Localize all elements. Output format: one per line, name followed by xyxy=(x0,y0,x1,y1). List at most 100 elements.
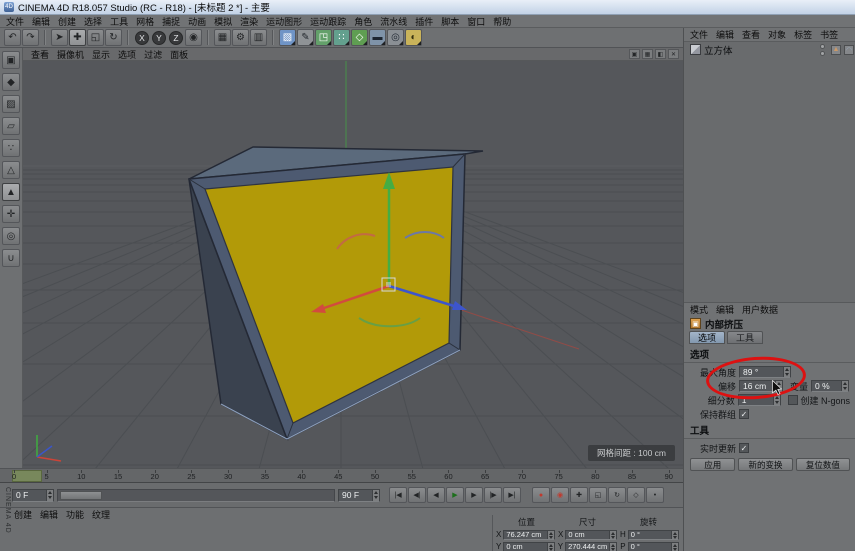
position-x-value[interactable]: 76.247 cm xyxy=(504,531,547,539)
menu-item[interactable]: 运动图形 xyxy=(262,15,306,28)
ngons-checkbox[interactable] xyxy=(788,395,798,405)
variance-spinner[interactable] xyxy=(841,381,848,391)
live-selection-icon[interactable]: ➤ xyxy=(51,29,68,46)
offset-spinner[interactable] xyxy=(775,381,782,391)
position-y-value[interactable]: 0 cm xyxy=(504,543,546,551)
timeline-tick[interactable]: 90 xyxy=(665,469,673,482)
autokey-button[interactable]: ◉ xyxy=(551,487,569,503)
timeline-tick[interactable]: 25 xyxy=(187,469,195,482)
x-axis-lock-button[interactable]: X xyxy=(135,31,149,45)
timeline-tick[interactable]: 85 xyxy=(628,469,636,482)
menu-item[interactable]: 网格 xyxy=(132,15,158,28)
variance-value[interactable]: 0 % xyxy=(812,381,841,391)
rotation-p-spinner[interactable] xyxy=(671,543,678,551)
viewport-close-icon[interactable]: ✕ xyxy=(668,49,679,59)
attribute-menu-item[interactable]: 用户数据 xyxy=(738,303,782,316)
record-rotation-button[interactable]: ↻ xyxy=(608,487,626,503)
options-group-header[interactable]: 选项 xyxy=(684,345,855,363)
viewport-menu-item[interactable]: 显示 xyxy=(88,48,114,61)
reset-values-button[interactable]: 复位数值 xyxy=(796,458,850,471)
timeline-tick[interactable]: 50 xyxy=(371,469,379,482)
coordinate-system-icon[interactable]: ◉ xyxy=(185,29,202,46)
size-y-value[interactable]: 270.444 cm xyxy=(566,543,609,551)
render-settings-icon[interactable]: ⚙ xyxy=(232,29,249,46)
timeline-scrollbar[interactable] xyxy=(57,489,335,502)
menu-item[interactable]: 创建 xyxy=(54,15,80,28)
snap-toggle-icon[interactable]: ∪ xyxy=(2,249,20,267)
object-manager-menu-item[interactable]: 对象 xyxy=(764,28,790,41)
material-menu-item[interactable]: 功能 xyxy=(62,508,88,521)
array-generator-icon[interactable]: ∷ xyxy=(333,29,350,46)
position-x-spinner[interactable] xyxy=(547,531,554,539)
floor-environment-icon[interactable]: ▬ xyxy=(369,29,386,46)
visibility-dots[interactable] xyxy=(820,44,825,56)
texture-mode-icon[interactable]: ▨ xyxy=(2,95,20,113)
menu-item[interactable]: 编辑 xyxy=(28,15,54,28)
max-angle-value[interactable]: 89 ° xyxy=(740,367,783,377)
redo-icon[interactable]: ↷ xyxy=(22,29,39,46)
timeline-ruler[interactable]: 051015202530354045505560657075808590 xyxy=(0,468,683,483)
polygon-selection-tag-icon[interactable]: ▲ xyxy=(831,45,841,55)
timeline-tick[interactable]: 5 xyxy=(45,469,49,482)
apply-button[interactable]: 应用 xyxy=(690,458,735,471)
record-pla-button[interactable]: • xyxy=(646,487,664,503)
timeline-tick[interactable]: 55 xyxy=(408,469,416,482)
render-visibility-dot[interactable] xyxy=(820,51,825,56)
phong-tag-icon[interactable]: ◠ xyxy=(844,45,854,55)
interactive-render-icon[interactable]: ▥ xyxy=(250,29,267,46)
object-row[interactable]: 立方体 ▲ ◠ xyxy=(684,42,855,56)
timeline-tick[interactable]: 10 xyxy=(77,469,85,482)
viewport-solo-icon[interactable]: ◎ xyxy=(2,227,20,245)
tab-options[interactable]: 选项 xyxy=(689,331,725,344)
render-view-icon[interactable]: ▦ xyxy=(214,29,231,46)
tools-group-header[interactable]: 工具 xyxy=(684,421,855,439)
menu-item[interactable]: 选择 xyxy=(80,15,106,28)
timeline-scrollbar-handle[interactable] xyxy=(60,491,102,500)
start-frame-field[interactable]: 0 F xyxy=(12,489,54,502)
size-x-field[interactable]: 0 cm xyxy=(565,530,617,540)
timeline-tick[interactable]: 45 xyxy=(334,469,342,482)
viewport-maximize-icon[interactable]: ▣ xyxy=(629,49,640,59)
menu-item[interactable]: 工具 xyxy=(106,15,132,28)
y-axis-lock-button[interactable]: Y xyxy=(152,31,166,45)
position-y-field[interactable]: 0 cm xyxy=(503,542,554,551)
preserve-groups-checkbox[interactable] xyxy=(739,409,749,419)
workplane-mode-icon[interactable]: ▱ xyxy=(2,117,20,135)
record-parameter-button[interactable]: ◇ xyxy=(627,487,645,503)
menu-item[interactable]: 帮助 xyxy=(489,15,515,28)
scale-tool-icon[interactable]: ◱ xyxy=(87,29,104,46)
move-tool-icon[interactable]: ✚ xyxy=(69,29,86,46)
enable-axis-icon[interactable]: ✛ xyxy=(2,205,20,223)
timeline-tick[interactable]: 30 xyxy=(224,469,232,482)
attribute-menu-item[interactable]: 模式 xyxy=(686,303,712,316)
timeline-tick[interactable]: 80 xyxy=(591,469,599,482)
size-y-field[interactable]: 270.444 cm xyxy=(565,542,617,551)
menu-item[interactable]: 插件 xyxy=(411,15,437,28)
subdivision-surface-icon[interactable]: ◳ xyxy=(315,29,332,46)
viewport-menu-item[interactable]: 选项 xyxy=(114,48,140,61)
menu-item[interactable]: 渲染 xyxy=(236,15,262,28)
model-mode-icon[interactable]: ◆ xyxy=(2,73,20,91)
z-axis-lock-button[interactable]: Z xyxy=(169,31,183,45)
spline-pen-icon[interactable]: ✎ xyxy=(297,29,314,46)
timeline-tick[interactable]: 40 xyxy=(297,469,305,482)
material-menu-item[interactable]: 创建 xyxy=(10,508,36,521)
tab-tool[interactable]: 工具 xyxy=(727,331,763,344)
timeline-tick[interactable]: 20 xyxy=(151,469,159,482)
record-position-button[interactable]: ✚ xyxy=(570,487,588,503)
offset-field[interactable]: 16 cm xyxy=(739,380,783,392)
object-manager-menu-item[interactable]: 文件 xyxy=(686,28,712,41)
offset-value[interactable]: 16 cm xyxy=(740,381,775,391)
subdivision-spinner[interactable] xyxy=(773,395,780,405)
editor-visibility-dot[interactable] xyxy=(820,44,825,49)
end-frame-spinner[interactable] xyxy=(372,490,379,501)
object-name[interactable]: 立方体 xyxy=(704,43,817,57)
points-mode-icon[interactable]: ∵ xyxy=(2,139,20,157)
start-frame-value[interactable]: 0 F xyxy=(13,490,46,501)
light-icon[interactable]: ◐ xyxy=(405,29,422,46)
perspective-viewport[interactable]: 查看摄像机显示选项过滤面板 ▣▦◧✕ xyxy=(23,48,683,468)
viewport-layout-icon[interactable]: ▦ xyxy=(642,49,653,59)
object-manager-menu-item[interactable]: 书签 xyxy=(816,28,842,41)
record-keyframe-button[interactable]: ● xyxy=(532,487,550,503)
subdivision-field[interactable]: 1 xyxy=(738,394,781,406)
